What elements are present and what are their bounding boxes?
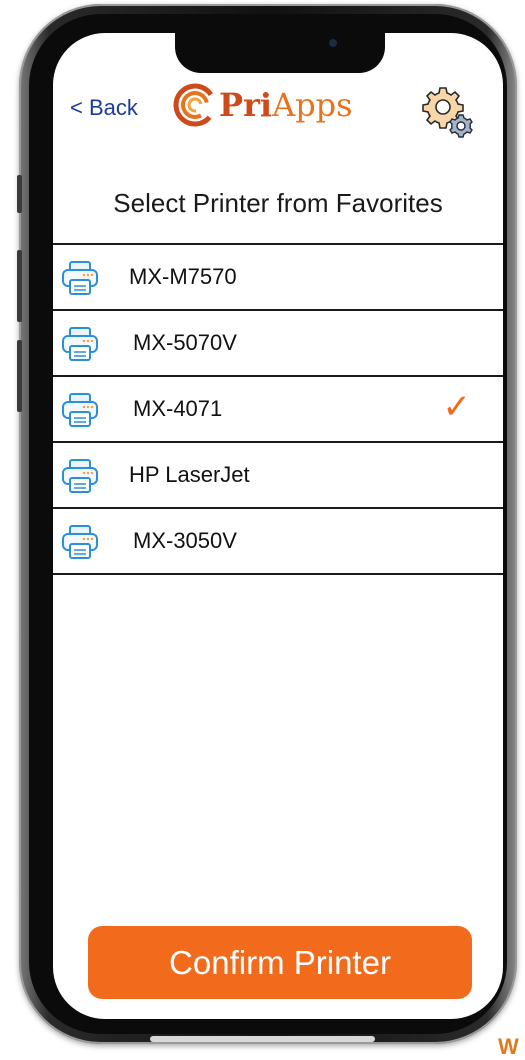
mute-switch	[17, 175, 22, 213]
back-button[interactable]: < Back	[70, 95, 138, 121]
page-title: Select Printer from Favorites	[113, 188, 443, 218]
confirm-printer-button[interactable]: Confirm Printer	[88, 926, 472, 999]
printer-row-mx-4071[interactable]: MX-4071 ✓	[53, 377, 503, 443]
printer-icon	[62, 525, 98, 559]
selected-check-icon: ✓	[442, 387, 472, 427]
phone-screen: < Back PriApps Select Printer from Favor…	[53, 33, 503, 1019]
printer-icon	[62, 393, 98, 427]
notch	[175, 33, 385, 73]
printer-name: MX-M7570	[129, 264, 237, 289]
printer-row-mx-m7570[interactable]: MX-M7570	[53, 243, 503, 311]
app-logo: PriApps	[173, 83, 353, 127]
logo-text-apps: Apps	[272, 86, 353, 124]
corner-watermark: W	[498, 1034, 519, 1059]
home-indicator	[150, 1036, 375, 1042]
priapps-logo-mark-icon	[173, 83, 217, 127]
printer-name: MX-3050V	[133, 528, 237, 553]
printer-row-hp-laserjet[interactable]: HP LaserJet	[53, 443, 503, 509]
volume-up-button	[17, 250, 22, 322]
logo-text-pri: Pri	[219, 86, 273, 124]
printer-name: MX-4071	[133, 396, 223, 421]
printer-list: MX-M7570 MX-5070V MX-4071 ✓ HP LaserJet …	[53, 243, 503, 575]
front-camera-icon	[329, 39, 337, 47]
printer-name: MX-5070V	[133, 330, 237, 355]
printer-row-mx-3050v[interactable]: MX-3050V	[53, 509, 503, 575]
printer-icon	[62, 459, 98, 493]
logo-wordmark: PriApps	[219, 86, 353, 124]
volume-down-button	[17, 340, 22, 412]
gear-cog-icon[interactable]	[415, 83, 477, 145]
printer-row-mx-5070v[interactable]: MX-5070V	[53, 311, 503, 377]
printer-name: HP LaserJet	[129, 462, 250, 487]
printer-icon	[62, 261, 98, 295]
printer-icon	[62, 327, 98, 361]
